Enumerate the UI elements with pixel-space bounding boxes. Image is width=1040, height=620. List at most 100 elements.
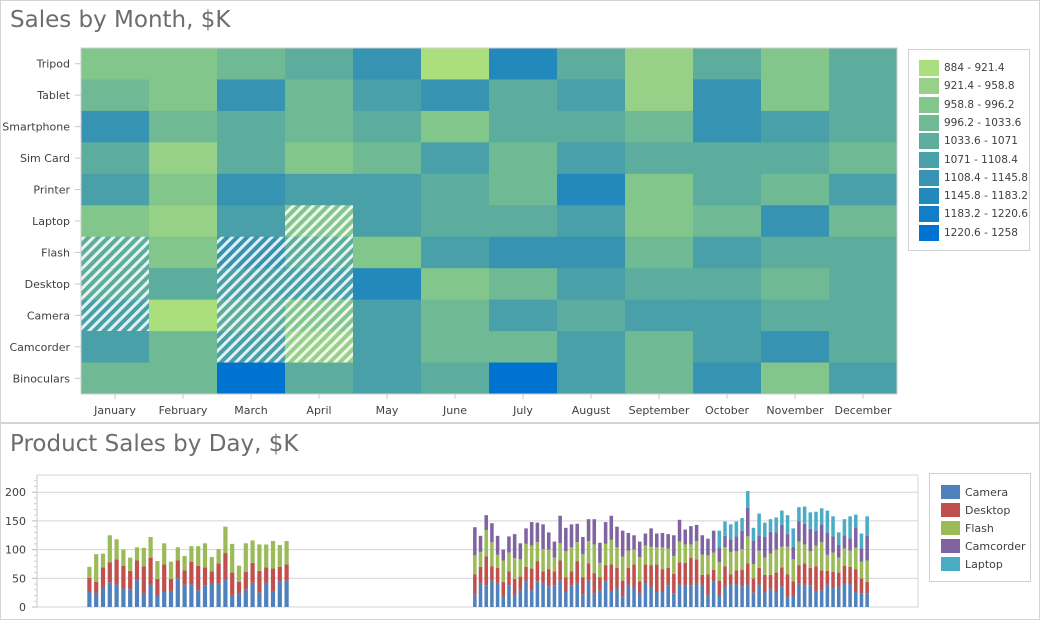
heatmap-cell[interactable] [353, 268, 422, 301]
bar-segment-flash[interactable] [791, 559, 796, 582]
bar-segment-flash[interactable] [223, 526, 228, 554]
heatmap-cell[interactable] [81, 331, 150, 364]
bar-segment-camera[interactable] [546, 586, 551, 607]
bar-segment-desktop[interactable] [529, 568, 534, 591]
bar-segment-camera[interactable] [230, 594, 235, 607]
heatmap-cell[interactable] [761, 268, 830, 301]
bar-segment-desktop[interactable] [182, 570, 187, 585]
bar-segment-camcorder[interactable] [780, 524, 784, 547]
bar-segment-desktop[interactable] [825, 570, 830, 585]
bar-segment-camera[interactable] [655, 591, 659, 607]
heatmap-cell[interactable] [149, 362, 218, 395]
heatmap-cell[interactable] [557, 173, 626, 206]
bar-segment-flash[interactable] [598, 562, 602, 578]
bar-segment-camcorder[interactable] [802, 523, 807, 545]
bar-segment-camera[interactable] [141, 593, 146, 607]
bar-segment-camcorder[interactable] [620, 530, 625, 557]
bar-segment-laptop[interactable] [774, 517, 778, 533]
bar-segment-camcorder[interactable] [569, 524, 574, 548]
bar-segment-camcorder[interactable] [848, 538, 852, 551]
bar-segment-flash[interactable] [825, 554, 830, 571]
bar-segment-camera[interactable] [100, 587, 106, 607]
heatmap-cell[interactable] [421, 48, 490, 80]
bar-segment-camera[interactable] [162, 591, 167, 607]
bar-segment-flash[interactable] [751, 563, 756, 579]
bar-segment-laptop[interactable] [745, 491, 750, 508]
bar-segment-flash[interactable] [484, 530, 488, 557]
bar-segment-desktop[interactable] [763, 574, 767, 593]
bar-segment-desktop[interactable] [155, 578, 160, 596]
bar-segment-desktop[interactable] [603, 565, 608, 582]
bar-segment-desktop[interactable] [202, 567, 208, 586]
heatmap-cell[interactable] [81, 362, 150, 395]
bar-segment-camera[interactable] [552, 585, 557, 607]
heatmap-cell[interactable] [81, 110, 150, 143]
bar-segment-flash[interactable] [660, 547, 665, 570]
bar-segment-flash[interactable] [842, 548, 847, 566]
bar-segment-desktop[interactable] [107, 562, 112, 583]
heatmap-cell[interactable] [353, 142, 422, 175]
heatmap-cell[interactable] [489, 79, 558, 112]
bar-segment-flash[interactable] [626, 550, 631, 568]
heatmap-cell[interactable] [829, 110, 898, 143]
legend-item[interactable]: 1071 - 1108.4 [919, 151, 1018, 168]
bar-segment-camera[interactable] [541, 582, 545, 607]
bar-segment-flash[interactable] [836, 557, 841, 573]
bar-segment-flash[interactable] [535, 542, 540, 562]
bar-segment-flash[interactable] [501, 560, 506, 582]
bar-segment-camera[interactable] [717, 595, 722, 607]
bar-segment-camera[interactable] [209, 583, 214, 607]
bar-segment-flash[interactable] [808, 551, 813, 568]
bar-segment-flash[interactable] [797, 541, 801, 566]
bar-segment-camera[interactable] [802, 585, 807, 607]
heatmap-cell[interactable] [149, 268, 218, 301]
legend-item[interactable]: 996.2 - 1033.6 [919, 114, 1021, 131]
heatmap-cell[interactable] [625, 79, 694, 112]
bar-segment-flash[interactable] [694, 541, 699, 560]
bar-segment-camera[interactable] [495, 582, 500, 607]
heatmap-cell[interactable] [829, 268, 898, 301]
heatmap-cell[interactable] [829, 205, 898, 238]
heatmap-cell[interactable] [285, 79, 354, 112]
heatmap-cell[interactable] [421, 331, 490, 364]
bar-segment-flash[interactable] [529, 545, 534, 569]
bar-segment-camera[interactable] [609, 590, 614, 607]
bar-segment-camcorder[interactable] [529, 522, 534, 546]
bar-segment-camera[interactable] [814, 590, 818, 607]
bar-segment-camera[interactable] [751, 592, 756, 607]
bar-segment-desktop[interactable] [507, 571, 511, 586]
bar-segment-camera[interactable] [791, 595, 796, 607]
bar-segment-camcorder[interactable] [694, 524, 699, 541]
bar-segment-desktop[interactable] [808, 567, 813, 586]
legend-item[interactable]: Camera [941, 485, 1008, 499]
heatmap-cell[interactable] [557, 142, 626, 175]
bar-segment-flash[interactable] [141, 547, 146, 567]
bar-segment-desktop[interactable] [569, 571, 574, 586]
heatmap-cell[interactable] [217, 362, 286, 395]
bar-segment-camera[interactable] [202, 585, 208, 607]
bar-segment-camera[interactable] [257, 592, 262, 607]
heatmap-cell[interactable] [829, 299, 898, 332]
heatmap-cell[interactable] [693, 268, 762, 301]
bar-segment-laptop[interactable] [757, 513, 761, 536]
legend-item[interactable]: 1145.8 - 1183.2 [919, 188, 1028, 205]
bar-segment-camera[interactable] [128, 589, 133, 607]
bar-segment-desktop[interactable] [168, 578, 174, 591]
bar-segment-desktop[interactable] [162, 564, 167, 592]
bar-segment-camera[interactable] [512, 594, 517, 607]
bar-segment-flash[interactable] [209, 557, 214, 572]
heatmap-cell[interactable] [81, 205, 150, 238]
bar-segment-camcorder[interactable] [473, 527, 477, 556]
legend-item[interactable]: 1033.6 - 1071 [919, 133, 1018, 150]
bar-segment-camera[interactable] [780, 586, 784, 607]
heatmap-cell[interactable] [285, 173, 354, 206]
bar-segment-desktop[interactable] [209, 571, 214, 584]
bar-segment-desktop[interactable] [558, 560, 562, 581]
bar-segment-desktop[interactable] [128, 570, 133, 590]
heatmap-cell[interactable] [149, 110, 218, 143]
bar-segment-camera[interactable] [808, 585, 813, 607]
heatmap-cell[interactable] [217, 110, 286, 143]
bar-segment-desktop[interactable] [745, 563, 750, 585]
heatmap-cell[interactable] [693, 142, 762, 175]
bar-segment-camera[interactable] [797, 583, 801, 607]
